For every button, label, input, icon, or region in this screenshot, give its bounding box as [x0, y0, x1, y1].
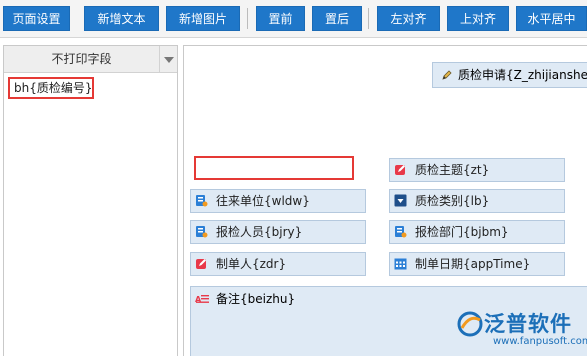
add-text-button[interactable]: 新增文本 [84, 6, 159, 31]
calendar-icon [394, 258, 407, 270]
field-label: 报检部门{bjbm} [415, 225, 509, 239]
panel-header-label: 不打印字段 [4, 46, 160, 73]
edit-icon [395, 165, 405, 175]
field-inspector[interactable]: 报检人员{bjry} [190, 220, 366, 244]
field-label: 质检主题{zt} [415, 163, 490, 177]
field-label: 报检人员{bjry} [216, 225, 303, 239]
field-partner[interactable]: 往来单位{wldw} [190, 189, 366, 213]
edit-icon [196, 259, 206, 269]
field-label: 制单日期{appTime} [415, 257, 531, 271]
empty-highlight-box[interactable] [194, 156, 354, 180]
field-creator[interactable]: 制单人{zdr} [190, 252, 366, 276]
page-settings-button[interactable]: 页面设置 [3, 6, 70, 31]
inspection-request-title-field[interactable]: 质检申请{Z_zhijianshe [432, 62, 587, 88]
field-item-inspection-number[interactable]: bh{质检编号} [8, 77, 94, 99]
field-label: 备注{beizhu} [216, 292, 296, 306]
pencil-icon [442, 70, 452, 80]
field-label: 制单人{zdr} [216, 257, 287, 271]
toolbar-separator [368, 8, 369, 29]
field-category[interactable]: 质检类别{lb} [389, 189, 565, 213]
send-back-button[interactable]: 置后 [312, 6, 362, 31]
logo-mark-icon [457, 311, 483, 337]
field-label: 质检申请{Z_zhijianshe [458, 68, 587, 82]
logo: 泛普软件 www.fanpusoft.com [456, 308, 587, 356]
non-print-fields-panel: 不打印字段 bh{质检编号} [3, 45, 178, 356]
field-date[interactable]: 制单日期{appTime} [389, 252, 565, 276]
add-image-button[interactable]: 新增图片 [166, 6, 240, 31]
panel-header: 不打印字段 [4, 46, 177, 73]
textarea-icon: A [195, 295, 209, 304]
document-icon [196, 226, 208, 238]
document-icon [196, 195, 208, 207]
dropdown-icon [394, 194, 407, 207]
align-top-button[interactable]: 上对齐 [447, 6, 509, 31]
logo-url: www.fanpusoft.com [493, 336, 587, 347]
bring-front-button[interactable]: 置前 [256, 6, 305, 31]
align-left-button[interactable]: 左对齐 [377, 6, 440, 31]
field-label: 往来单位{wldw} [216, 194, 310, 208]
logo-name: 泛普软件 [484, 312, 572, 336]
toolbar-separator [247, 8, 248, 29]
field-label: 质检类别{lb} [415, 194, 490, 208]
document-icon [395, 226, 407, 238]
center-horizontal-button[interactable]: 水平居中 [516, 6, 587, 31]
field-subject[interactable]: 质检主题{zt} [389, 158, 565, 182]
dropdown-arrow-icon[interactable] [160, 46, 177, 73]
toolbar: 页面设置 新增文本 新增图片 置前 置后 左对齐 上对齐 水平居中 [0, 0, 587, 38]
field-department[interactable]: 报检部门{bjbm} [389, 220, 565, 244]
